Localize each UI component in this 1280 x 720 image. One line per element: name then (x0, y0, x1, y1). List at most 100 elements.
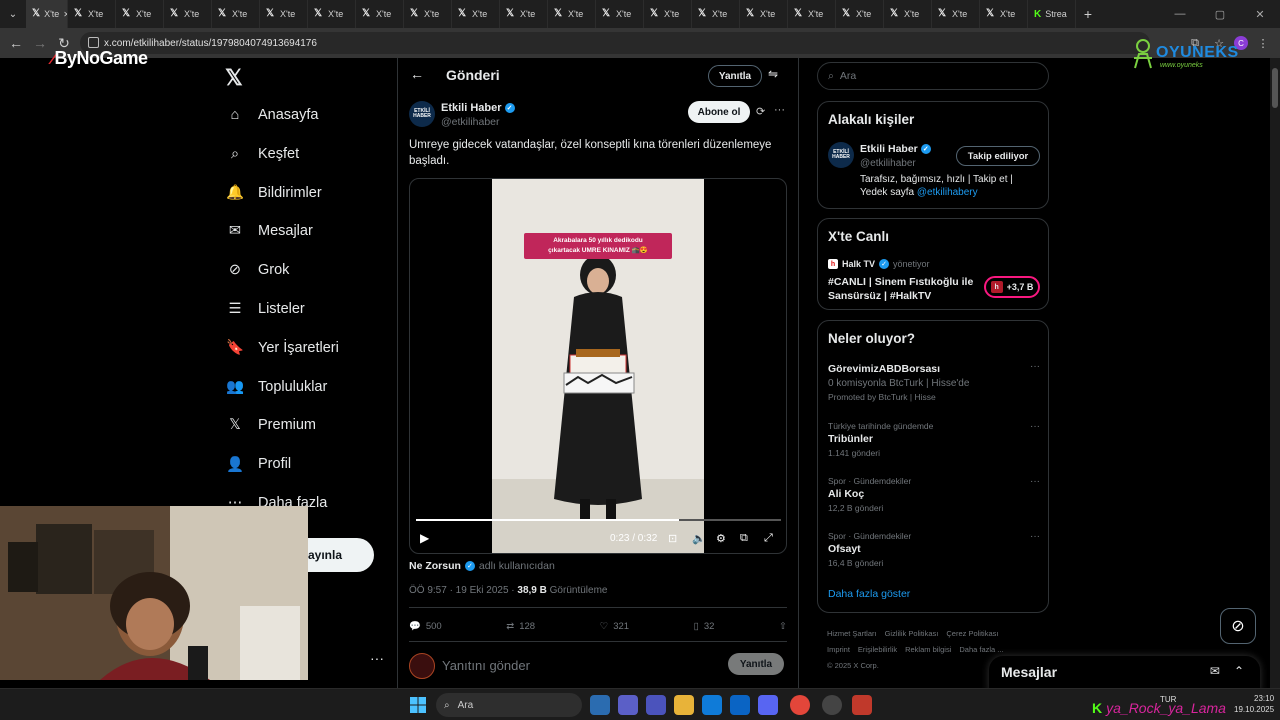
page-scrollbar[interactable] (1270, 58, 1280, 688)
bio-link[interactable]: @etkilihabery (917, 187, 978, 198)
user-avatar[interactable] (409, 653, 435, 679)
browser-tab[interactable]: 𝕏 X'te (500, 0, 548, 28)
trend-item[interactable]: Türkiye tarihinde gündemde Tribünler 1.141… (828, 421, 1040, 458)
search-input[interactable]: ⌕ Ara (817, 62, 1049, 90)
show-more-link[interactable]: Daha fazla göster (828, 588, 910, 600)
reply-input[interactable]: Yanıtını gönder (442, 658, 530, 673)
chrome-icon[interactable] (790, 695, 810, 715)
browser-tab[interactable]: 𝕏 X'te (308, 0, 356, 28)
author-handle[interactable]: @etkilihaber (441, 116, 500, 128)
nav-item[interactable]: 🔔 Bildirimler (226, 184, 322, 202)
nav-item[interactable]: ✉ Mesajlar (226, 222, 313, 240)
live-listeners-badge[interactable]: h +3,7 B (984, 276, 1040, 298)
trend-more-icon[interactable]: ··· (1030, 361, 1040, 372)
messages-drawer[interactable]: Mesajlar ✉ ⌃ (989, 656, 1260, 692)
trend-item[interactable]: GörevimizABDBorsası 0 komisyonla BtcTurk … (828, 361, 1040, 402)
browser-tab[interactable]: 𝕏 X'te (164, 0, 212, 28)
new-message-icon[interactable]: ✉ (1210, 664, 1220, 678)
browser-tab[interactable]: 𝕏 X'te (692, 0, 740, 28)
browser-tab[interactable]: 𝕏X'te✕ (26, 0, 68, 28)
footer-link[interactable]: Çerez Politikası (946, 629, 998, 638)
browser-tab[interactable]: 𝕏 X'te (452, 0, 500, 28)
account-more-icon[interactable]: ··· (370, 650, 384, 666)
footer-link[interactable]: © 2025 X Corp. (827, 661, 879, 670)
fullscreen-icon[interactable]: ⤢ (764, 532, 773, 545)
trend-item[interactable]: Spor · Gündemdekiler Ofsayt 16,4 B gönderi… (828, 531, 1040, 568)
browser-tab[interactable]: 𝕏 X'te (260, 0, 308, 28)
address-input[interactable]: x.com/etkilihaber/status/197980407491369… (80, 32, 1150, 54)
reply-submit-button[interactable]: Yanıtla (728, 653, 784, 675)
windows-start-icon[interactable] (410, 697, 426, 713)
nav-item[interactable]: 𝕏 Premium (226, 416, 316, 434)
footer-link[interactable]: Hizmet Şartları (827, 629, 877, 638)
new-tab-button[interactable]: + (1076, 6, 1100, 22)
taskbar-clock[interactable]: 23:10 19.10.2025 (1234, 693, 1274, 715)
grok-icon[interactable]: ⟳ (756, 105, 765, 118)
browser-tab[interactable]: 𝕏 X'te (68, 0, 116, 28)
taskbar-search[interactable]: ⌕ Ara (436, 693, 582, 717)
sliders-icon[interactable]: ⇋ (768, 67, 778, 81)
live-stream-title[interactable]: #CANLI | Sinem Fıstıkoğlu ile Sansürsüz … (828, 275, 978, 303)
browser-tab[interactable]: 𝕏 X'te (404, 0, 452, 28)
back-button[interactable]: ← (4, 28, 28, 58)
nav-item[interactable]: 👤 Profil (226, 455, 291, 473)
trend-more-icon[interactable]: ··· (1030, 476, 1040, 487)
microphone-icon[interactable] (852, 695, 872, 715)
browser-tab[interactable]: 𝕏 X'te (356, 0, 404, 28)
related-avatar[interactable]: ETKİLİ HABER (828, 142, 854, 168)
post-timestamp[interactable]: ÖÖ 9:57 · 19 Eki 2025 · (409, 585, 515, 596)
attribution-user[interactable]: Ne Zorsun (409, 560, 461, 572)
reply-action[interactable]: 💬 500 (409, 616, 442, 636)
obs-icon[interactable] (822, 695, 842, 715)
browser-tab[interactable]: K Strea (1028, 0, 1076, 28)
bookmark-action[interactable]: ▯ 32 (694, 616, 715, 636)
footer-link[interactable]: Gizlilik Politikası (885, 629, 939, 638)
nav-item[interactable]: ⌕ Keşfet (226, 145, 299, 163)
live-host[interactable]: h Halk TV ✓ yönetiyor (828, 259, 930, 269)
browser-tab[interactable]: 𝕏 X'te (836, 0, 884, 28)
site-info-icon[interactable] (88, 37, 99, 48)
browser-tab[interactable]: 𝕏 X'te (548, 0, 596, 28)
following-button[interactable]: Takip ediliyor (956, 146, 1040, 166)
browser-tab[interactable]: 𝕏 X'te (788, 0, 836, 28)
video-player[interactable]: Akrabalara 50 yıllık dedikodu çıkartacak… (409, 178, 787, 554)
tab-search-button[interactable]: ⌄ (0, 0, 26, 28)
nav-item[interactable]: ⌂ Anasayfa (226, 106, 319, 124)
settings-gear-icon[interactable]: ⚙ (716, 532, 726, 545)
minimize-button[interactable]: — (1160, 0, 1200, 28)
author-avatar[interactable]: ETKİLİ HABER (409, 101, 435, 127)
volume-icon[interactable]: 🔈 (692, 532, 706, 545)
reply-pill-button[interactable]: Yanıtla (708, 65, 762, 87)
x-logo-icon[interactable]: 𝕏 (225, 65, 243, 91)
close-window-button[interactable]: ✕ (1240, 0, 1280, 28)
browser-tab[interactable]: 𝕏 X'te (212, 0, 260, 28)
captions-icon[interactable]: ⊡ (668, 532, 677, 545)
maximize-button[interactable]: ▢ (1200, 0, 1240, 28)
nav-item[interactable]: 👥 Topluluklar (226, 378, 327, 396)
related-handle[interactable]: @etkilihaber (860, 158, 916, 169)
related-name[interactable]: Etkili Haber ✓ (860, 143, 931, 155)
video-progress-bar[interactable] (416, 519, 781, 521)
nav-item[interactable]: ☰ Listeler (226, 300, 305, 318)
store-icon[interactable] (730, 695, 750, 715)
more-options-icon[interactable]: ··· (774, 104, 785, 116)
like-action[interactable]: ♡ 321 (600, 616, 629, 636)
pip-icon[interactable]: ⧉ (740, 532, 748, 545)
subscribe-button[interactable]: Abone ol (688, 101, 750, 123)
browser-tab[interactable]: 𝕏 X'te (884, 0, 932, 28)
teams-icon[interactable] (646, 695, 666, 715)
repost-action[interactable]: ⇄ 128 (506, 616, 535, 636)
share-action[interactable]: ⇧ (779, 616, 787, 636)
browser-tab[interactable]: 𝕏 X'te (116, 0, 164, 28)
author-name[interactable]: Etkili Haber ✓ (441, 102, 515, 114)
copilot-icon[interactable] (618, 695, 638, 715)
discord-icon[interactable] (758, 695, 778, 715)
expand-icon[interactable]: ⌃ (1234, 664, 1244, 678)
taskview-icon[interactable] (590, 695, 610, 715)
browser-tab[interactable]: 𝕏 X'te (932, 0, 980, 28)
file-explorer-icon[interactable] (674, 695, 694, 715)
footer-link[interactable]: Imprint (827, 645, 850, 654)
grok-fab-icon[interactable]: ⊘ (1220, 608, 1256, 644)
forward-button[interactable]: → (28, 28, 52, 58)
play-icon[interactable]: ▶ (420, 531, 429, 545)
